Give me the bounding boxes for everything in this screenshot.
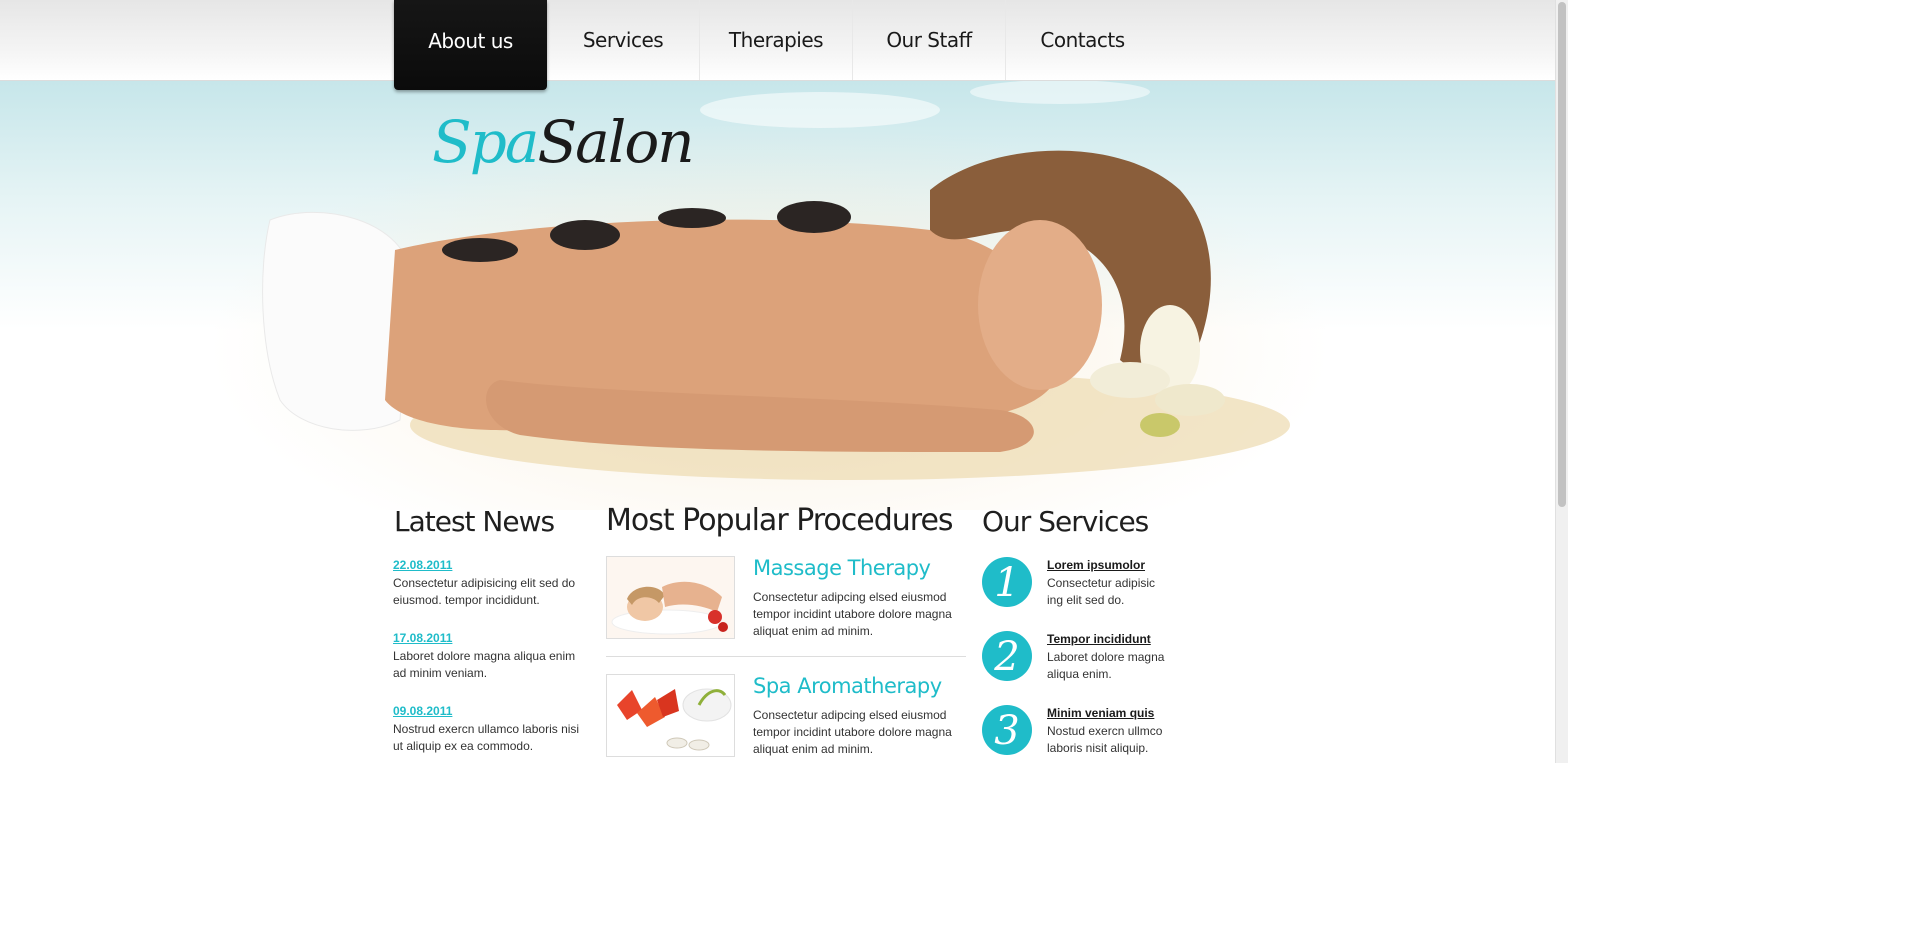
service-title-link[interactable]: Lorem ipsumolor bbox=[1047, 558, 1145, 572]
hot-stone-icon bbox=[550, 220, 620, 250]
procedure-description: Consectetur adipcing elsed eiusmod tempo… bbox=[753, 708, 952, 756]
our-services-heading: Our Services bbox=[982, 505, 1149, 538]
service-title-link[interactable]: Tempor incididunt bbox=[1047, 632, 1151, 646]
service-description: Laboret dolore magna aliqua enim. bbox=[1047, 650, 1165, 681]
service-item: 2 Tempor incididunt Laboret dolore magna… bbox=[982, 631, 1182, 691]
procedure-description: Consectetur adipcing elsed eiusmod tempo… bbox=[753, 590, 952, 638]
service-item: 3 Minim veniam quis Nostud exercn ullmco… bbox=[982, 705, 1182, 763]
news-item: 22.08.2011 Consectetur adipisicing elit … bbox=[393, 558, 583, 609]
service-description: Nostud exercn ullmco laboris nisit aliqu… bbox=[1047, 724, 1163, 755]
page: About us Services Therapies Our Staff Co… bbox=[0, 0, 1568, 763]
news-item: 09.08.2011 Nostrud exercn ullamco labori… bbox=[393, 704, 583, 755]
main-navigation: About us Services Therapies Our Staff Co… bbox=[394, 0, 1159, 90]
service-title-link[interactable]: Minim veniam quis bbox=[1047, 706, 1154, 720]
cloud-shape bbox=[700, 92, 940, 128]
nav-item-our-staff[interactable]: Our Staff bbox=[853, 0, 1006, 80]
number-two-icon: 2 bbox=[982, 631, 1032, 681]
procedure-title-link[interactable]: Massage Therapy bbox=[753, 556, 931, 580]
spa-salon-logo[interactable]: SpaSalon bbox=[432, 108, 695, 176]
face-shape bbox=[978, 220, 1102, 390]
news-item: 17.08.2011 Laboret dolore magna aliqua e… bbox=[393, 631, 583, 682]
scrollbar-thumb[interactable] bbox=[1558, 2, 1566, 507]
hot-stone-icon bbox=[777, 201, 851, 233]
hero-banner bbox=[0, 80, 1555, 510]
nav-item-contacts[interactable]: Contacts bbox=[1006, 0, 1159, 80]
hot-stone-icon bbox=[658, 208, 726, 228]
number-one-icon: 1 bbox=[982, 557, 1032, 607]
logo-spa-text: Spa bbox=[432, 108, 539, 176]
news-text: Laboret dolore magna aliqua enim ad mini… bbox=[393, 649, 576, 680]
number-three-icon: 3 bbox=[982, 705, 1032, 755]
news-date-link[interactable]: 22.08.2011 bbox=[393, 558, 583, 572]
aromatherapy-thumbnail[interactable] bbox=[606, 674, 735, 757]
news-text: Consectetur adipisicing elit sed do eius… bbox=[393, 576, 576, 607]
news-date-link[interactable]: 17.08.2011 bbox=[393, 631, 583, 645]
latest-news-list: 22.08.2011 Consectetur adipisicing elit … bbox=[393, 558, 583, 763]
vertical-scrollbar[interactable] bbox=[1555, 0, 1568, 763]
hot-stone-icon bbox=[442, 238, 518, 262]
news-text: Nostrud exercn ullamco laboris nisi ut a… bbox=[393, 722, 580, 753]
aromatherapy-image-icon bbox=[607, 675, 734, 756]
massage-therapy-thumbnail[interactable] bbox=[606, 556, 735, 639]
logo-salon-text: Salon bbox=[537, 108, 694, 176]
nav-item-therapies[interactable]: Therapies bbox=[700, 0, 853, 80]
latest-news-heading: Latest News bbox=[394, 505, 555, 538]
service-description: Consectetur adipisic ing elit sed do. bbox=[1047, 576, 1156, 607]
service-item: 1 Lorem ipsumolor Consectetur adipisic i… bbox=[982, 557, 1182, 617]
procedure-divider bbox=[606, 656, 966, 657]
news-date-link[interactable]: 09.08.2011 bbox=[393, 704, 583, 718]
nav-item-services[interactable]: Services bbox=[547, 0, 700, 80]
hero-illustration bbox=[262, 80, 1290, 480]
popular-procedures-heading: Most Popular Procedures bbox=[606, 503, 954, 538]
procedure-title-link[interactable]: Spa Aromatherapy bbox=[753, 674, 942, 698]
massage-image-icon bbox=[607, 557, 734, 638]
nav-item-about-us[interactable]: About us bbox=[394, 0, 547, 90]
